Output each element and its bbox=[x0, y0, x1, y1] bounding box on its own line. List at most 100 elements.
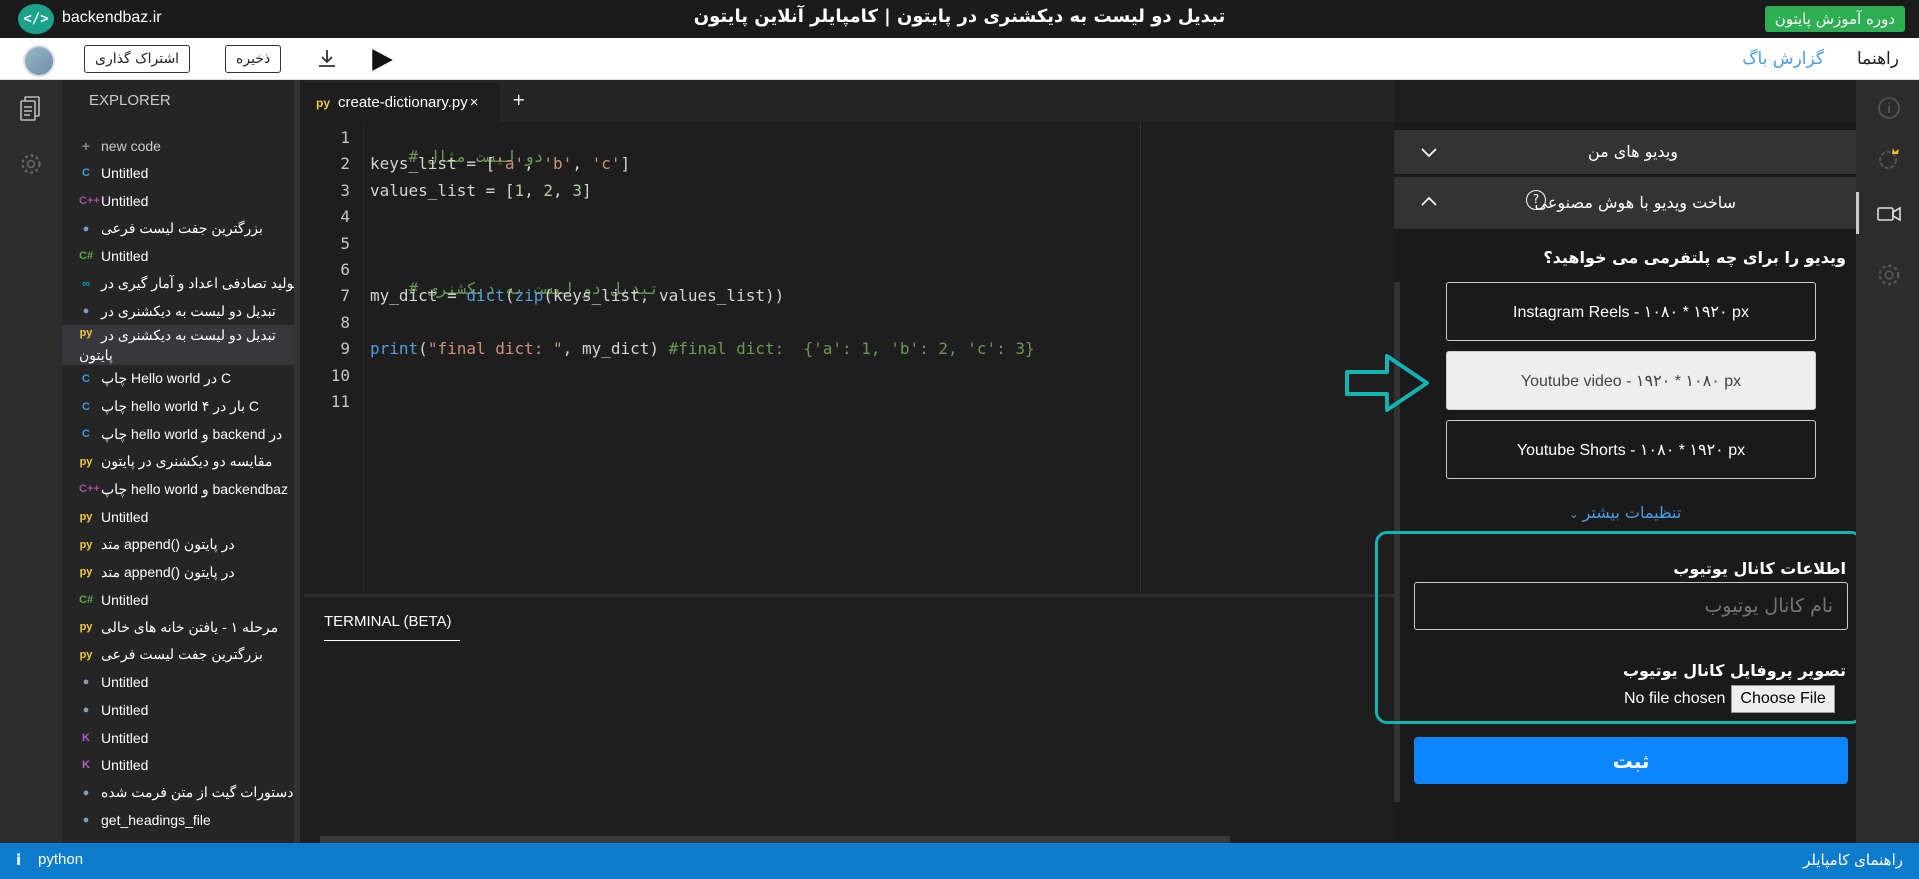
new-code-button[interactable]: + new code bbox=[62, 132, 300, 160]
code-editor[interactable]: 1 2 3 4 5 6 7 8 9 10 11 # دو لیست مثال keys_list =… bbox=[304, 122, 1394, 592]
file-tree-item[interactable]: C چاپ hello world و backend در bbox=[62, 420, 300, 448]
report-bug-link[interactable]: گزارش باگ bbox=[1742, 49, 1824, 69]
channel-name-input[interactable] bbox=[1414, 582, 1848, 630]
file-tree-item[interactable]: py Untitled bbox=[62, 503, 300, 531]
ai-assistant-icon[interactable] bbox=[1876, 146, 1902, 172]
file-type-icon: py bbox=[79, 538, 93, 551]
file-tree-item[interactable]: py متد append() در پایتون bbox=[62, 531, 300, 559]
code-line-9: print("final dict: ", my_dict) #final di… bbox=[370, 339, 1035, 358]
file-label: Untitled bbox=[101, 702, 149, 719]
terminal-panel[interactable]: TERMINAL (BETA) bbox=[304, 594, 1394, 845]
terminal-tab[interactable]: TERMINAL (BETA) bbox=[324, 613, 460, 641]
video-camera-icon[interactable] bbox=[1876, 201, 1902, 227]
file-label: چاپ hello world و backend در bbox=[101, 425, 283, 442]
language-indicator[interactable]: python bbox=[38, 851, 83, 868]
code-line-3: values_list = [1, 2, 3] bbox=[370, 181, 592, 200]
file-tree-item[interactable]: C Untitled bbox=[62, 160, 300, 188]
file-tree-item[interactable]: C چاپ hello world ۴ بار در C bbox=[62, 393, 300, 421]
file-type-icon: py bbox=[79, 566, 93, 579]
settings-gear-icon[interactable] bbox=[1876, 262, 1902, 288]
share-button[interactable]: اشتراک گذاری bbox=[84, 45, 191, 73]
file-tree-item[interactable]: ● Untitled bbox=[62, 696, 300, 724]
file-tree-item[interactable]: C چاپ Hello world در C bbox=[62, 365, 300, 393]
file-type-icon: ● bbox=[82, 222, 90, 235]
file-tree-item[interactable]: C++ چاپ hello world و backendbaz bbox=[62, 476, 300, 504]
file-tree-item[interactable]: C# Untitled bbox=[62, 242, 300, 270]
tab-close-icon[interactable]: × bbox=[470, 94, 479, 111]
file-tree-item[interactable]: py مقایسه دو دیکشنری در پایتون bbox=[62, 448, 300, 476]
file-type-icon: py bbox=[79, 455, 93, 468]
file-label-wrap: Untitled bbox=[101, 674, 148, 690]
file-tree-item[interactable]: ● دستورات گیت از متن فرمت شده bbox=[62, 779, 300, 807]
editor-ruler bbox=[1140, 122, 1141, 592]
download-icon[interactable] bbox=[315, 47, 339, 71]
run-icon[interactable] bbox=[369, 47, 395, 73]
choose-file-button[interactable]: Choose File bbox=[1731, 685, 1835, 713]
file-tree-item[interactable]: K Untitled bbox=[62, 751, 300, 779]
files-icon[interactable] bbox=[19, 95, 43, 123]
file-tree-item[interactable]: py تبدیل دو لیست به دیکشنری در پایتون bbox=[62, 325, 300, 366]
code-token: (keys_list, values_list)) bbox=[543, 286, 785, 305]
file-label: تولید تصادفی اعداد و آمار گیری در bbox=[101, 275, 298, 292]
file-tree-item[interactable]: py متد append() در پایتون bbox=[62, 558, 300, 586]
file-type-icon: ● bbox=[82, 305, 90, 318]
file-tree-item[interactable]: K Untitled bbox=[62, 724, 300, 752]
file-tree-item[interactable]: ∞ تولید تصادفی اعداد و آمار گیری در bbox=[62, 270, 300, 298]
file-tree-item[interactable]: ● Untitled bbox=[62, 669, 300, 697]
info-icon[interactable] bbox=[1876, 95, 1902, 121]
string-token: "final dict: " bbox=[427, 339, 563, 358]
file-type-icon: py bbox=[79, 510, 93, 523]
file-tree-item[interactable]: py مرحله ۱ - یافتن خانه های خالی bbox=[62, 614, 300, 642]
guide-link[interactable]: راهنما bbox=[1857, 49, 1899, 69]
file-tree-item[interactable]: ● get_headings_file bbox=[62, 807, 300, 835]
line-number: 5 bbox=[340, 233, 350, 253]
submit-button[interactable]: ثبت bbox=[1414, 737, 1848, 784]
file-tree-item[interactable]: ● تبدیل دو لیست به دیکشنری در bbox=[62, 298, 300, 326]
code-token: my_dict = bbox=[370, 286, 467, 305]
code-token: ] bbox=[581, 181, 592, 200]
file-type-icon: ● bbox=[82, 786, 90, 799]
my-videos-accordion[interactable]: ویدیو های من bbox=[1394, 130, 1856, 174]
python-course-button[interactable]: دوره آموزش پایتون bbox=[1764, 6, 1905, 32]
string-token: 'b' bbox=[543, 154, 573, 173]
avatar[interactable] bbox=[23, 45, 55, 77]
annotation-arrow-icon bbox=[1345, 354, 1429, 412]
file-label: بزرگترین جفت لیست فرعی bbox=[101, 220, 263, 237]
file-label-wrap: متد append() در پایتون bbox=[101, 564, 235, 581]
code-token: , bbox=[553, 181, 573, 200]
number-token: 3 bbox=[572, 181, 582, 200]
file-label-wrap: مقایسه دو دیکشنری در پایتون bbox=[101, 453, 272, 470]
string-token: 'c' bbox=[591, 154, 621, 173]
file-label: چاپ hello world و backendbaz bbox=[101, 480, 288, 497]
file-label-line2: پایتون bbox=[79, 347, 113, 364]
ai-video-accordion[interactable]: ? ساخت ویدیو با هوش مصنوعی bbox=[1394, 177, 1856, 229]
code-token: values_list = [ bbox=[370, 181, 515, 200]
platform-instagram-reels-button[interactable]: Instagram Reels - ۱۰۸۰ * ۱۹۲۰ px bbox=[1446, 282, 1816, 341]
tab-create-dictionary[interactable]: py create-dictionary.py × bbox=[304, 83, 500, 122]
file-type-icon: ● bbox=[82, 676, 90, 689]
platform-youtube-video-button[interactable]: Youtube video - ۱۹۲۰ * ۱۰۸۰ px bbox=[1446, 351, 1816, 410]
file-tree-item[interactable]: ● بزرگترین جفت لیست فرعی bbox=[62, 215, 300, 243]
file-label-wrap: چاپ hello world ۴ بار در C bbox=[101, 398, 259, 415]
code-line-2: keys_list = ['a', 'b', 'c'] bbox=[370, 154, 630, 173]
file-tree-item[interactable]: py بزرگترین جفت لیست فرعی bbox=[62, 641, 300, 669]
file-tree-item[interactable]: C++ Untitled bbox=[62, 187, 300, 215]
info-icon[interactable]: i bbox=[16, 851, 21, 869]
more-settings-toggle[interactable]: ⌄ تنظیمات بیشتر bbox=[1394, 503, 1856, 522]
explorer-scrollbar[interactable] bbox=[294, 80, 300, 843]
file-label: بزرگترین جفت لیست فرعی bbox=[101, 646, 263, 663]
file-tree-item[interactable]: C# Untitled bbox=[62, 586, 300, 614]
file-label-wrap: چاپ hello world و backendbaz bbox=[101, 481, 288, 498]
top-bar: </> backendbaz.ir تبدیل دو لیست به دیکشن… bbox=[0, 0, 1919, 38]
explorer-panel: EXPLORER + new code C Untitled C++ Untitled… bbox=[62, 80, 300, 843]
platform-question: ویدیو را برای چه پلتفرمی می خواهید؟ bbox=[1543, 248, 1846, 267]
platform-youtube-shorts-button[interactable]: Youtube Shorts - ۱۰۸۰ * ۱۹۲۰ px bbox=[1446, 420, 1816, 479]
settings-gear-icon[interactable] bbox=[19, 150, 43, 178]
video-panel: ویدیو های من ? ساخت ویدیو با هوش مصنوعی … bbox=[1375, 122, 1863, 843]
line-number: 1 bbox=[340, 128, 350, 147]
file-type-icon: C# bbox=[79, 593, 94, 606]
number-token: 1 bbox=[514, 181, 525, 200]
add-tab-button[interactable]: + bbox=[512, 90, 525, 109]
save-button[interactable]: ذخیره bbox=[225, 45, 282, 73]
compiler-guide-link[interactable]: راهنمای کامپایلر bbox=[1803, 851, 1903, 869]
